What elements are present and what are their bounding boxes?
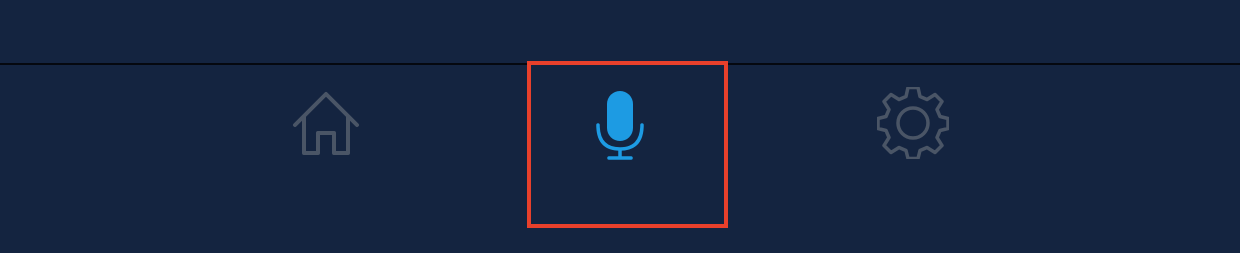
bottom-tab-bar <box>0 65 1240 253</box>
gear-icon <box>877 87 949 159</box>
home-icon <box>293 92 359 155</box>
tab-voice[interactable] <box>570 87 670 167</box>
tab-settings[interactable] <box>863 87 963 167</box>
tab-home[interactable] <box>276 87 376 167</box>
microphone-icon <box>596 91 644 160</box>
content-area <box>0 0 1240 63</box>
